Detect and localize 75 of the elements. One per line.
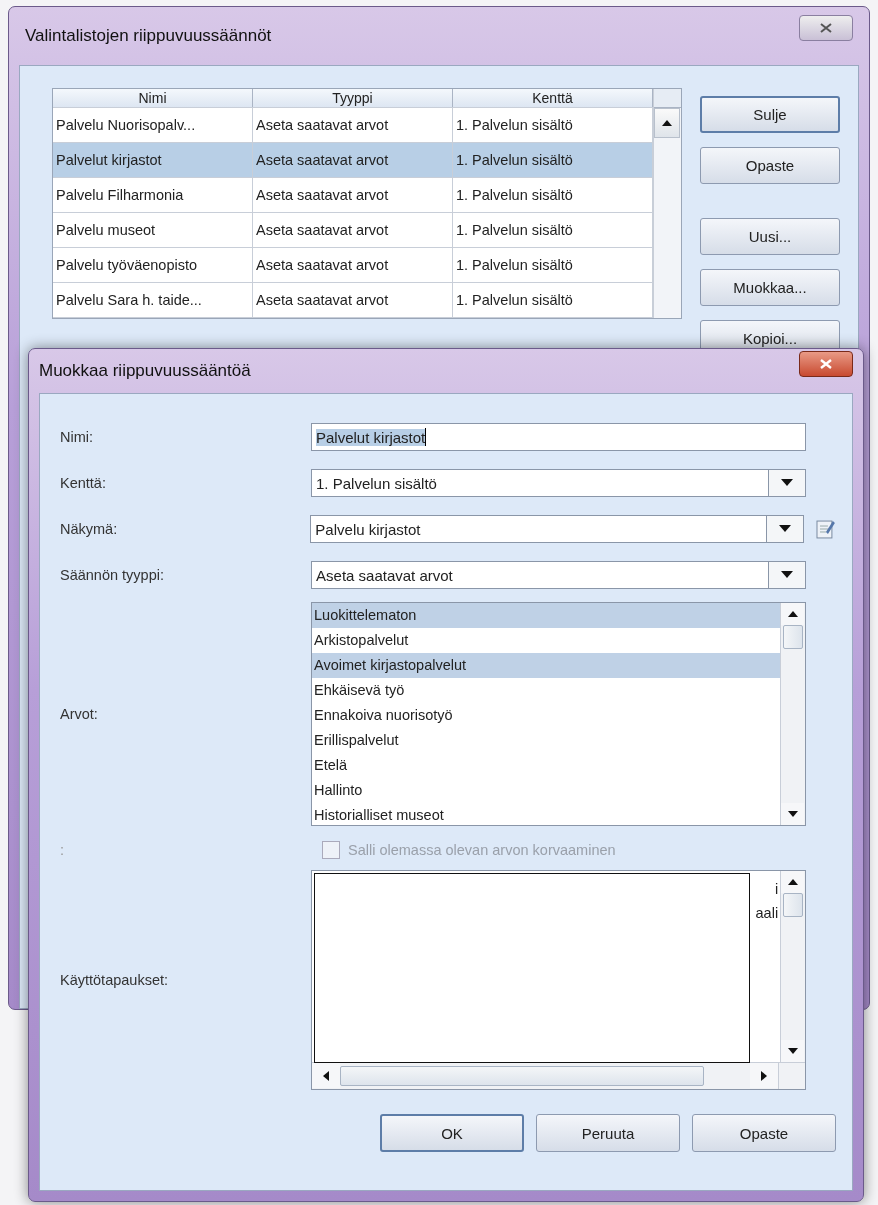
field-label: Kenttä: bbox=[60, 475, 107, 491]
scroll-thumb[interactable] bbox=[783, 625, 804, 649]
field-label: Käyttötapaukset: bbox=[60, 972, 169, 988]
table-cell: Palvelu Nuorisopalv... bbox=[53, 108, 253, 142]
field-value: Palvelut kirjastot bbox=[316, 428, 426, 446]
dialog-button[interactable]: Opaste bbox=[692, 1114, 836, 1152]
scroll-up-button[interactable] bbox=[654, 108, 680, 138]
field-label: Säännön tyyppi: bbox=[60, 567, 165, 583]
list-box[interactable]: Luokittelematon Arkistopalvelut Avoimet kirjastopalvelut Ehkäisevä työ Ennakoiva nuorisotyö Erillispalvelut Etelä Hallinto Historialliset museot bbox=[311, 602, 807, 826]
column-header[interactable]: Nimi bbox=[53, 89, 253, 107]
list-item[interactable]: Hallinto bbox=[312, 778, 781, 803]
list-box[interactable]: i aali bbox=[311, 870, 807, 1090]
scrollbar[interactable] bbox=[312, 1062, 806, 1089]
scrollbar[interactable] bbox=[780, 871, 806, 1062]
dialog-button[interactable]: Muokkaa... bbox=[700, 269, 840, 306]
dialog-button[interactable]: OK bbox=[380, 1114, 524, 1152]
table-cell: Palvelu Sara h. taide... bbox=[53, 283, 253, 317]
scroll-left-button[interactable] bbox=[312, 1063, 341, 1088]
scrollbar[interactable] bbox=[653, 89, 681, 318]
list-item[interactable]: Ehkäisevä työ bbox=[312, 678, 781, 703]
table-cell: Aseta saatavat arvot bbox=[253, 248, 453, 282]
close-button[interactable] bbox=[799, 15, 853, 41]
scroll-thumb[interactable] bbox=[783, 893, 804, 917]
arrow-icon bbox=[761, 1070, 768, 1081]
arrow-icon bbox=[787, 1048, 798, 1054]
dialog-button[interactable]: Uusi... bbox=[700, 218, 840, 255]
list-item[interactable]: aali bbox=[755, 901, 779, 925]
scroll-up-button[interactable] bbox=[781, 871, 805, 893]
field-label: Nimi: bbox=[60, 429, 95, 445]
field-label: Näkymä: bbox=[60, 521, 119, 537]
table-cell: Palvelu Filharmonia bbox=[53, 178, 253, 212]
close-button[interactable] bbox=[799, 351, 853, 377]
arrow-icon bbox=[787, 879, 798, 885]
list-item[interactable]: Erillispalvelut bbox=[312, 728, 781, 753]
close-icon bbox=[820, 359, 832, 369]
list-item[interactable]: i bbox=[774, 877, 779, 901]
scroll-thumb[interactable] bbox=[340, 1066, 705, 1086]
scroll-down-button[interactable] bbox=[781, 803, 805, 825]
table-cell: Aseta saatavat arvot bbox=[253, 143, 453, 177]
dialog-button[interactable]: Opaste bbox=[700, 147, 840, 184]
dropdown[interactable]: Aseta saatavat arvot bbox=[311, 561, 807, 589]
arrow-icon bbox=[787, 811, 798, 817]
arrow-icon bbox=[787, 611, 798, 617]
table-cell: Palvelu työväenopisto bbox=[53, 248, 253, 282]
scroll-down-button[interactable] bbox=[781, 1040, 805, 1062]
table-cell: Aseta saatavat arvot bbox=[253, 108, 453, 142]
scroll-up-button[interactable] bbox=[781, 603, 805, 625]
list-item[interactable]: Avoimet kirjastopalvelut bbox=[312, 653, 781, 678]
table-cell: Palvelut kirjastot bbox=[53, 143, 253, 177]
table-cell: Palvelu museot bbox=[53, 213, 253, 247]
list-item[interactable]: Arkistopalvelut bbox=[312, 628, 781, 653]
list-item[interactable]: Luokittelematon bbox=[312, 603, 781, 628]
list-item[interactable]: Ennakoiva nuorisotyö bbox=[312, 703, 781, 728]
text-field[interactable]: Palvelut kirjastot bbox=[311, 423, 807, 451]
field-label: Arvot: bbox=[60, 706, 99, 722]
scrollbar[interactable] bbox=[780, 603, 806, 825]
dropdown[interactable]: 1. Palvelun sisältö bbox=[311, 469, 807, 497]
dropdown[interactable]: Palvelu kirjastot bbox=[310, 515, 805, 543]
arrow-icon bbox=[662, 120, 672, 126]
dialog-title: Muokkaa riippuvuussääntöä bbox=[39, 361, 251, 381]
dialog-button[interactable]: Peruuta bbox=[536, 1114, 680, 1152]
arrow-icon bbox=[323, 1070, 330, 1081]
column-header[interactable]: Tyyppi bbox=[253, 89, 453, 107]
table-cell: Aseta saatavat arvot bbox=[253, 213, 453, 247]
list-item[interactable]: Etelä bbox=[312, 753, 781, 778]
checkbox-label: Salli olemassa olevan arvon korvaaminen bbox=[348, 842, 616, 858]
scroll-right-button[interactable] bbox=[750, 1063, 779, 1088]
window-title: Valintalistojen riippuvuussäännöt bbox=[25, 26, 272, 46]
table-cell: Aseta saatavat arvot bbox=[253, 178, 453, 212]
dialog-button[interactable]: Sulje bbox=[700, 96, 840, 133]
edit-icon[interactable] bbox=[816, 518, 836, 540]
close-icon bbox=[820, 23, 832, 33]
list-item[interactable]: Historialliset museot bbox=[312, 803, 781, 825]
table-cell: Aseta saatavat arvot bbox=[253, 283, 453, 317]
field-label: : bbox=[60, 842, 66, 858]
